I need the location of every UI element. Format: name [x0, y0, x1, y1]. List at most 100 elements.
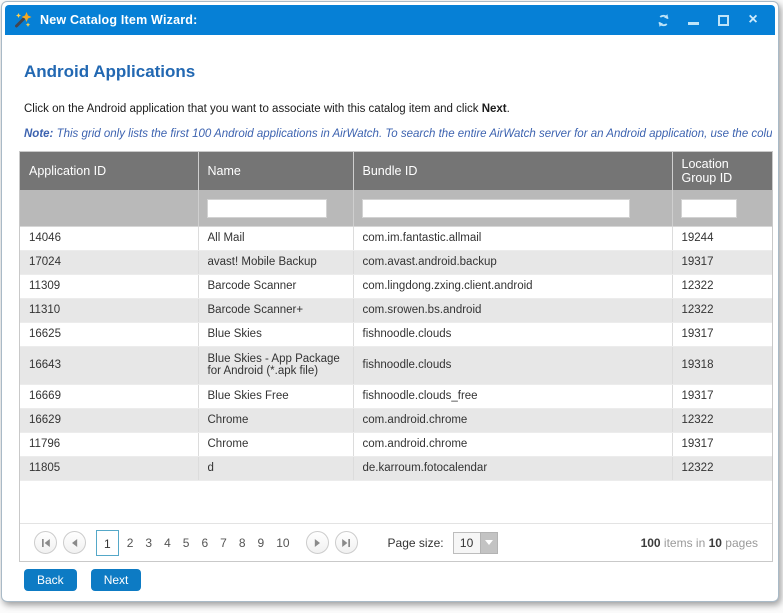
cell-bundle-id: com.lingdong.zxing.client.android	[353, 274, 672, 298]
filter-cell-application-id	[20, 190, 198, 226]
applications-grid: Application ID Name Bundle ID Location G…	[19, 151, 773, 562]
page-size-label: Page size:	[388, 536, 444, 550]
cell-bundle-id: fishnoodle.clouds_free	[353, 384, 672, 408]
table-row[interactable]: 11796 Chrome com.android.chrome 19317	[20, 432, 772, 456]
page-number-current[interactable]: 1	[96, 530, 119, 556]
wizard-body: Android Applications Click on the Androi…	[5, 62, 775, 591]
filter-cell-name	[198, 190, 353, 226]
instruction-text: Click on the Android application that yo…	[24, 103, 765, 115]
cell-bundle-id: com.avast.android.backup	[353, 250, 672, 274]
page-number[interactable]: 5	[177, 530, 196, 556]
cell-bundle-id: com.im.fantastic.allmail	[353, 226, 672, 250]
instruction-next-emphasis: Next	[482, 103, 507, 115]
cell-name: Chrome	[198, 432, 353, 456]
wizard-footer: Back Next	[24, 569, 765, 591]
page-size-dropdown-button[interactable]	[480, 532, 498, 554]
cell-bundle-id: com.srowen.bs.android	[353, 298, 672, 322]
window-controls: ×	[651, 9, 765, 31]
page-number[interactable]: 7	[214, 530, 233, 556]
next-button[interactable]: Next	[91, 569, 142, 591]
cell-name: Blue Skies	[198, 322, 353, 346]
cell-name: Chrome	[198, 408, 353, 432]
items-count: 100	[641, 536, 661, 550]
cell-name: Barcode Scanner+	[198, 298, 353, 322]
page-number[interactable]: 2	[121, 530, 140, 556]
cell-application-id: 11796	[20, 432, 198, 456]
back-button[interactable]: Back	[24, 569, 77, 591]
page-size-value[interactable]: 10	[453, 532, 480, 554]
table-row[interactable]: 11309 Barcode Scanner com.lingdong.zxing…	[20, 274, 772, 298]
cell-location-group-id: 19317	[672, 432, 772, 456]
grid-empty-space	[20, 481, 772, 524]
page-number[interactable]: 4	[158, 530, 177, 556]
cell-location-group-id: 19318	[672, 346, 772, 384]
table-row[interactable]: 11310 Barcode Scanner+ com.srowen.bs.and…	[20, 298, 772, 322]
cell-location-group-id: 19317	[672, 322, 772, 346]
column-header-name[interactable]: Name	[198, 152, 353, 190]
page-number[interactable]: 9	[252, 530, 271, 556]
cell-bundle-id: com.android.chrome	[353, 408, 672, 432]
cell-name: d	[198, 456, 353, 480]
table-row[interactable]: 14046 All Mail com.im.fantastic.allmail …	[20, 226, 772, 250]
column-header-bundle-id[interactable]: Bundle ID	[353, 152, 672, 190]
filter-cell-location-group-id	[672, 190, 772, 226]
first-page-button[interactable]	[34, 531, 57, 554]
cell-name: All Mail	[198, 226, 353, 250]
bundle-id-filter-input[interactable]	[362, 199, 630, 218]
page-number[interactable]: 6	[195, 530, 214, 556]
cell-bundle-id: fishnoodle.clouds	[353, 346, 672, 384]
cell-bundle-id: de.karroum.fotocalendar	[353, 456, 672, 480]
page-number[interactable]: 10	[270, 530, 295, 556]
cell-bundle-id: com.android.chrome	[353, 432, 672, 456]
instruction-suffix: .	[507, 103, 510, 115]
cell-application-id: 11805	[20, 456, 198, 480]
table-row[interactable]: 16643 Blue Skies - App Package for Andro…	[20, 346, 772, 384]
close-icon[interactable]: ×	[741, 9, 765, 31]
titlebar: New Catalog Item Wizard: ×	[5, 5, 775, 35]
table-row[interactable]: 11805 d de.karroum.fotocalendar 12322	[20, 456, 772, 480]
previous-page-button[interactable]	[63, 531, 86, 554]
note-text: Note: This grid only lists the first 100…	[24, 128, 772, 140]
cell-location-group-id: 12322	[672, 298, 772, 322]
column-header-application-id[interactable]: Application ID	[20, 152, 198, 190]
chevron-down-icon	[485, 540, 493, 545]
page-numbers: 1 2 3 4 5 6 7 8 9 10	[96, 530, 296, 556]
column-header-location-group-id[interactable]: Location Group ID	[672, 152, 772, 190]
applications-table: Application ID Name Bundle ID Location G…	[20, 152, 772, 481]
cell-name: Blue Skies Free	[198, 384, 353, 408]
cell-application-id: 14046	[20, 226, 198, 250]
cell-application-id: 11309	[20, 274, 198, 298]
wizard-window: New Catalog Item Wizard: × Android Appli…	[1, 1, 779, 602]
cell-application-id: 16643	[20, 346, 198, 384]
refresh-icon[interactable]	[651, 9, 675, 31]
page-number[interactable]: 8	[233, 530, 252, 556]
next-page-button[interactable]	[306, 531, 329, 554]
page-number[interactable]: 3	[139, 530, 158, 556]
pages-text: pages	[722, 536, 758, 550]
name-filter-input[interactable]	[207, 199, 327, 218]
table-row[interactable]: 16625 Blue Skies fishnoodle.clouds 19317	[20, 322, 772, 346]
cell-name: Barcode Scanner	[198, 274, 353, 298]
cell-location-group-id: 12322	[672, 274, 772, 298]
cell-location-group-id: 12322	[672, 408, 772, 432]
note-label: Note:	[24, 128, 53, 140]
window-title: New Catalog Item Wizard:	[40, 13, 198, 27]
pages-count: 10	[709, 536, 722, 550]
minimize-icon[interactable]	[681, 9, 705, 31]
maximize-icon[interactable]	[711, 9, 735, 31]
cell-application-id: 16625	[20, 322, 198, 346]
page-title: Android Applications	[24, 62, 765, 82]
cell-application-id: 11310	[20, 298, 198, 322]
cell-location-group-id: 19317	[672, 250, 772, 274]
table-row[interactable]: 17024 avast! Mobile Backup com.avast.and…	[20, 250, 772, 274]
table-row[interactable]: 16669 Blue Skies Free fishnoodle.clouds_…	[20, 384, 772, 408]
cell-name: Blue Skies - App Package for Android (*.…	[198, 346, 353, 384]
cell-application-id: 16669	[20, 384, 198, 408]
note-body: This grid only lists the first 100 Andro…	[53, 128, 772, 140]
location-group-id-filter-input[interactable]	[681, 199, 737, 218]
pager: 1 2 3 4 5 6 7 8 9 10 Pag	[20, 523, 772, 561]
table-row[interactable]: 16629 Chrome com.android.chrome 12322	[20, 408, 772, 432]
cell-location-group-id: 19244	[672, 226, 772, 250]
cell-application-id: 17024	[20, 250, 198, 274]
last-page-button[interactable]	[335, 531, 358, 554]
